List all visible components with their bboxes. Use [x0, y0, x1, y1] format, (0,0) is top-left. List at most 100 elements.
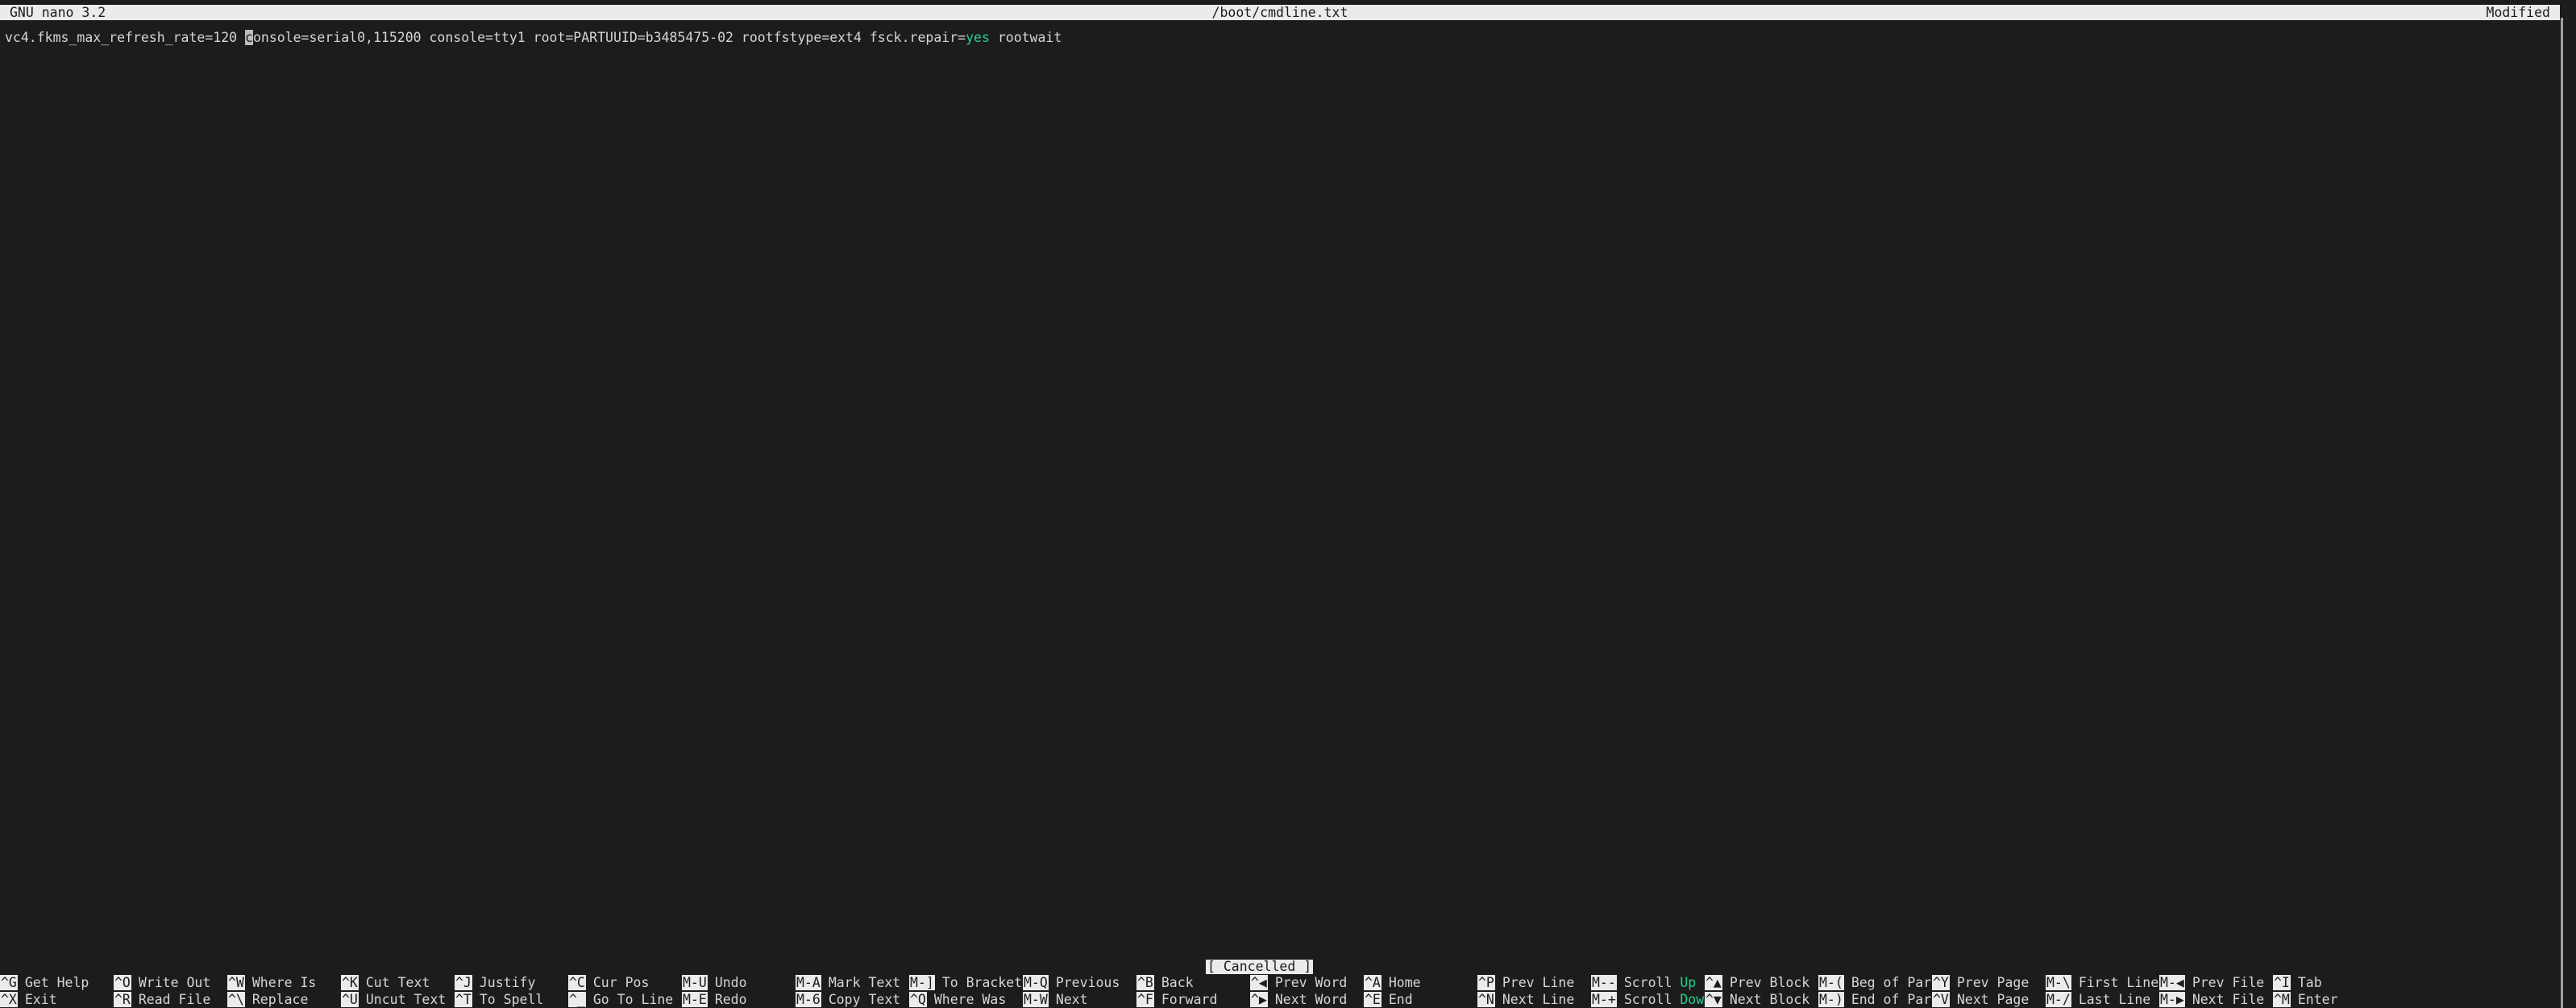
- shortcut-scroll-up[interactable]: M-- Scroll Up: [1591, 974, 1705, 991]
- shortcut-next-file[interactable]: M-▶ Next File: [2159, 991, 2273, 1008]
- shortcut-prev-word[interactable]: ^◀ Prev Word: [1250, 974, 1364, 991]
- shortcut-last-line[interactable]: M-/ Last Line: [2046, 991, 2159, 1008]
- shortcut-column: M-◀ Prev File M-▶ Next File: [2159, 974, 2273, 1008]
- shortcut-copy-text[interactable]: M-6 Copy Text: [796, 991, 909, 1008]
- shortcut-label: Prev File: [2192, 975, 2265, 990]
- shortcut-column: ^C Cur Pos ^_ Go To Line: [568, 974, 682, 1008]
- shortcut-label: Next File: [2192, 992, 2265, 1007]
- shortcut-back[interactable]: ^B Back: [1136, 974, 1250, 991]
- shortcut-label: Undo: [714, 975, 747, 990]
- shortcut-cut-text[interactable]: ^K Cut Text: [341, 974, 455, 991]
- shortcut-redo[interactable]: M-E Redo: [682, 991, 796, 1008]
- shortcut-next-word[interactable]: ^▶ Next Word: [1250, 991, 1364, 1008]
- text-line-1[interactable]: vc4.fkms_max_refresh_rate=120 console=se…: [5, 30, 1062, 46]
- shortcut-key: ^◀: [1250, 975, 1268, 990]
- shortcut-label: Next Page: [1956, 992, 2030, 1007]
- shortcut-to-bracket[interactable]: M-] To Bracket: [909, 974, 1023, 991]
- shortcut-uncut-text[interactable]: ^U Uncut Text: [341, 991, 455, 1008]
- open-file-path: /boot/cmdline.txt: [1211, 5, 1348, 20]
- shortcut-end[interactable]: ^E End: [1364, 991, 1477, 1008]
- shortcut-next-block[interactable]: ^▼ Next Block: [1705, 991, 1818, 1008]
- shortcut-key: M-W: [1023, 992, 1049, 1007]
- shortcut-label: Last Line: [2078, 992, 2151, 1007]
- shortcut-label: Copy Text: [828, 992, 901, 1007]
- shortcut-where-was[interactable]: ^Q Where Was: [909, 991, 1023, 1008]
- shortcut-exit[interactable]: ^X Exit: [0, 991, 114, 1008]
- shortcut-label: Next Word: [1274, 992, 1348, 1007]
- shortcut-column: M-U Undo M-E Redo: [682, 974, 796, 1008]
- shortcut-go-to-line[interactable]: ^_ Go To Line: [568, 991, 682, 1008]
- vertical-scrollbar[interactable]: [2561, 18, 2563, 1008]
- line-segment-tail: rootwait: [989, 30, 1062, 45]
- shortcut-scroll-down[interactable]: M-+ Scroll Down: [1591, 991, 1712, 1008]
- shortcut-key: ^E: [1364, 992, 1381, 1007]
- shortcut-home[interactable]: ^A Home: [1364, 974, 1477, 991]
- shortcut-where-is[interactable]: ^W Where Is: [227, 974, 341, 991]
- shortcut-next[interactable]: M-W Next: [1023, 991, 1136, 1008]
- shortcut-key: M-(: [1818, 975, 1844, 990]
- shortcut-replace[interactable]: ^\ Replace: [227, 991, 341, 1008]
- shortcut-label: To Bracket: [941, 975, 1023, 990]
- shortcut-column: M-(Beg of Par M-) End of Par: [1818, 974, 1932, 1008]
- shortcut-key: M-A: [796, 975, 821, 990]
- text-cursor: c: [245, 30, 253, 45]
- shortcut-key: M-+: [1591, 992, 1617, 1007]
- shortcut-next-page[interactable]: ^V Next Page: [1932, 991, 2046, 1008]
- shortcut-label: Next Line: [1502, 992, 1575, 1007]
- shortcut-key: ^U: [341, 992, 359, 1007]
- shortcut-mark-text[interactable]: M-A Mark Text: [796, 974, 909, 991]
- shortcut-label: Mark Text: [828, 975, 901, 990]
- shortcut-key: ^W: [227, 975, 245, 990]
- shortcut-prev-file[interactable]: M-◀ Prev File: [2159, 974, 2273, 991]
- shortcut-column: ^A Home ^E End: [1364, 974, 1477, 1008]
- shortcut-column: M-] To Bracket ^Q Where Was: [909, 974, 1023, 1008]
- shortcut-first-line[interactable]: M-\ First Line: [2046, 974, 2159, 991]
- shortcut-prev-block[interactable]: ^▲ Prev Block: [1705, 974, 1818, 991]
- shortcut-to-spell[interactable]: ^T To Spell: [455, 991, 568, 1008]
- shortcut-column: ^G Get Help ^X Exit: [0, 974, 114, 1008]
- modified-indicator: Modified: [2486, 5, 2550, 20]
- shortcut-key: M--: [1591, 975, 1617, 990]
- search-match-highlight: yes: [966, 30, 990, 45]
- shortcut-get-help[interactable]: ^G Get Help: [0, 974, 114, 991]
- text-edit-area[interactable]: vc4.fkms_max_refresh_rate=120 console=se…: [0, 27, 2576, 950]
- shortcut-beg-of-par[interactable]: M-(Beg of Par: [1818, 974, 1932, 991]
- shortcut-label: Prev Word: [1274, 975, 1348, 990]
- shortcut-key: ^B: [1136, 975, 1154, 990]
- shortcut-column: ^O Write Out ^R Read File: [114, 974, 227, 1008]
- shortcut-undo[interactable]: M-U Undo: [682, 974, 796, 991]
- shortcut-next-line[interactable]: ^N Next Line: [1477, 991, 1591, 1008]
- nano-terminal-window: GNU nano 3.2 /boot/cmdline.txt Modified …: [0, 0, 2576, 1008]
- shortcut-label: Go To Line: [592, 992, 674, 1007]
- shortcut-key: ^X: [0, 992, 18, 1007]
- shortcut-label: First Line: [2078, 975, 2159, 990]
- shortcut-label: To Spell: [479, 992, 544, 1007]
- shortcut-label: Next: [1055, 992, 1088, 1007]
- vertical-scrollbar-thumb[interactable]: [2561, 18, 2563, 1008]
- shortcut-prev-line[interactable]: ^P Prev Line: [1477, 974, 1591, 991]
- shortcut-read-file[interactable]: ^R Read File: [114, 991, 227, 1008]
- shortcut-label: Tab: [2297, 975, 2322, 990]
- shortcut-key: M-◀: [2159, 975, 2185, 990]
- shortcut-key: M-): [1818, 992, 1844, 1007]
- shortcut-previous[interactable]: M-Q Previous: [1023, 974, 1136, 991]
- shortcut-end-of-par[interactable]: M-) End of Par: [1818, 991, 1932, 1008]
- shortcut-justify[interactable]: ^J Justify: [455, 974, 568, 991]
- shortcut-forward[interactable]: ^F Forward: [1136, 991, 1250, 1008]
- shortcut-label: End: [1388, 992, 1413, 1007]
- shortcut-label: Where Is: [251, 975, 317, 990]
- shortcut-key: ^Q: [909, 992, 927, 1007]
- shortcut-write-out[interactable]: ^O Write Out: [114, 974, 227, 991]
- shortcut-column: ^W Where Is ^\ Replace: [227, 974, 341, 1008]
- shortcut-key: M-Q: [1023, 975, 1049, 990]
- shortcut-prev-page[interactable]: ^Y Prev Page: [1932, 974, 2046, 991]
- shortcut-tab[interactable]: ^I Tab: [2273, 974, 2387, 991]
- shortcut-key: ^N: [1477, 992, 1495, 1007]
- shortcut-key: ^▼: [1705, 992, 1722, 1007]
- shortcut-column: ^B Back ^F Forward: [1136, 974, 1250, 1008]
- shortcut-enter[interactable]: ^M Enter: [2273, 991, 2387, 1008]
- shortcut-column: ^▲ Prev Block ^▼ Next Block: [1705, 974, 1818, 1008]
- shortcut-label: Prev Block: [1729, 975, 1810, 990]
- shortcut-column: M-\ First Line M-/ Last Line: [2046, 974, 2159, 1008]
- shortcut-cur-pos[interactable]: ^C Cur Pos: [568, 974, 682, 991]
